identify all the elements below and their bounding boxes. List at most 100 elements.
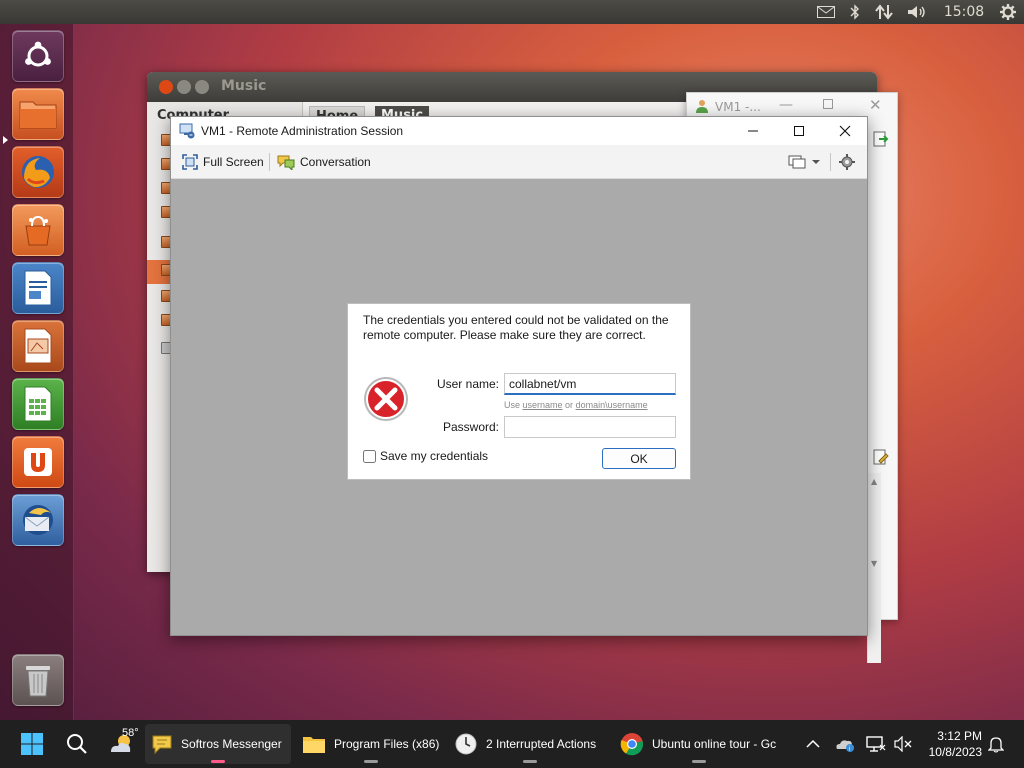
software-center-icon[interactable] — [12, 204, 64, 256]
password-input[interactable] — [504, 416, 676, 438]
trash-icon[interactable] — [12, 654, 64, 706]
close-icon[interactable] — [159, 80, 173, 94]
window-title: VM1 - Remote Administration Session — [201, 124, 404, 138]
credentials-dialog: The credentials you entered could not be… — [347, 303, 691, 480]
error-message: The credentials you entered could not be… — [363, 313, 669, 342]
show-hidden-icons-button[interactable] — [806, 720, 820, 768]
conversation-label: Conversation — [300, 155, 371, 169]
search-button[interactable] — [66, 720, 88, 768]
network-monitor-icon[interactable] — [866, 720, 886, 768]
thunderbird-icon[interactable] — [12, 494, 64, 546]
username-hint: Use username or domain\username — [504, 400, 648, 410]
hint-username-link[interactable]: username — [523, 400, 563, 410]
impress-icon[interactable] — [12, 320, 64, 372]
taskbar-app-interrupted-actions[interactable]: 2 Interrupted Actions — [448, 724, 612, 764]
maximize-icon[interactable] — [823, 99, 833, 109]
taskbar-time: 3:12 PM — [937, 729, 982, 743]
running-indicator — [3, 136, 8, 144]
writer-icon[interactable] — [12, 262, 64, 314]
save-credentials-label: Save my credentials — [380, 449, 489, 463]
top-panel: 15:08 — [0, 0, 1024, 24]
edit-icon[interactable] — [873, 449, 889, 468]
chrome-icon — [620, 733, 644, 756]
hint-domain-username-link[interactable]: domain\username — [576, 400, 648, 410]
network-icon[interactable] — [874, 2, 894, 22]
softros-messenger-icon — [152, 735, 172, 755]
folder-icon — [303, 737, 325, 753]
minimize-button[interactable] — [730, 117, 776, 145]
files-icon[interactable] — [12, 88, 64, 140]
taskbar-date: 10/8/2023 — [928, 745, 982, 759]
scroll-up-icon[interactable]: ▲ — [871, 477, 877, 486]
volume-muted-icon[interactable] — [894, 720, 912, 768]
ok-button[interactable]: OK — [602, 448, 676, 469]
active-indicator — [211, 760, 225, 763]
settings-button[interactable] — [838, 152, 856, 172]
taskbar-app-label: 2 Interrupted Actions — [486, 737, 597, 751]
display-options-button[interactable] — [788, 152, 821, 172]
vm1-bg-title: VM1 -... — [715, 100, 761, 114]
taskbar: 58° Softros Messenger Program Files (x86… — [0, 720, 1024, 768]
maximize-icon[interactable] — [195, 80, 209, 94]
toolbar-divider — [830, 153, 831, 171]
hint-text: or — [562, 400, 576, 410]
fullscreen-label: Full Screen — [203, 155, 264, 169]
dash-home-icon[interactable] — [12, 30, 64, 82]
taskbar-app-label: Program Files (x86) — [334, 737, 440, 751]
user-icon — [695, 99, 709, 116]
close-icon[interactable]: ✕ — [869, 96, 882, 114]
search-icon — [67, 734, 87, 754]
minimize-icon[interactable] — [177, 80, 191, 94]
export-icon[interactable] — [873, 131, 889, 150]
toolbar-divider — [269, 153, 270, 171]
save-credentials-checkbox[interactable] — [363, 449, 376, 463]
taskbar-clock[interactable]: 3:12 PM 10/8/2023 — [929, 728, 982, 760]
taskbar-app-softros[interactable]: Softros Messenger — [145, 724, 291, 764]
username-label: User name: — [436, 377, 499, 391]
mail-icon[interactable] — [816, 2, 836, 22]
volume-icon[interactable] — [906, 2, 928, 22]
launcher — [0, 24, 74, 720]
weather-widget[interactable]: 58° — [108, 720, 139, 768]
running-indicator — [692, 760, 706, 763]
close-button[interactable] — [822, 117, 868, 145]
fullscreen-button[interactable]: Full Screen — [182, 152, 264, 172]
clock-icon — [455, 733, 477, 755]
running-indicator — [364, 760, 378, 763]
save-credentials-option[interactable]: Save my credentials — [363, 449, 488, 463]
gear-icon[interactable] — [998, 2, 1018, 22]
taskbar-app-label: Softros Messenger — [181, 737, 282, 751]
rdp-toolbar: Full Screen Conversation — [171, 145, 867, 179]
fullscreen-icon — [182, 154, 198, 170]
scrollbar[interactable]: ▲ ▼ — [867, 473, 881, 663]
chevron-up-icon — [806, 739, 820, 748]
scroll-down-icon[interactable]: ▼ — [871, 559, 877, 568]
firefox-icon[interactable] — [12, 146, 64, 198]
onedrive-icon[interactable]: i — [834, 720, 856, 768]
conversation-button[interactable]: Conversation — [277, 152, 371, 172]
taskbar-app-label: Ubuntu online tour - Gc — [652, 737, 777, 751]
conversation-icon — [277, 155, 295, 170]
username-input[interactable] — [504, 373, 676, 395]
start-button[interactable] — [20, 720, 44, 768]
music-window-title: Music — [221, 78, 267, 94]
taskbar-app-chrome[interactable]: Ubuntu online tour - Gc — [614, 724, 784, 764]
hint-text: Use — [504, 400, 523, 410]
ubuntu-one-icon[interactable] — [12, 436, 64, 488]
minimize-icon[interactable]: — — [779, 97, 793, 113]
error-icon — [362, 375, 410, 426]
remote-session-icon — [179, 123, 195, 142]
chevron-down-icon — [812, 160, 820, 164]
password-label: Password: — [442, 420, 499, 434]
notification-bell-icon[interactable] — [988, 720, 1004, 768]
windows-logo-icon — [21, 733, 43, 755]
settings-gear-icon — [839, 154, 855, 170]
panel-clock[interactable]: 15:08 — [944, 2, 984, 22]
rdp-titlebar: VM1 - Remote Administration Session — [171, 117, 867, 145]
running-indicator — [523, 760, 537, 763]
calc-icon[interactable] — [12, 378, 64, 430]
maximize-button[interactable] — [776, 117, 822, 145]
bluetooth-icon[interactable] — [848, 2, 862, 22]
taskbar-app-program-files[interactable]: Program Files (x86) — [296, 724, 446, 764]
monitor-icon — [788, 155, 806, 169]
